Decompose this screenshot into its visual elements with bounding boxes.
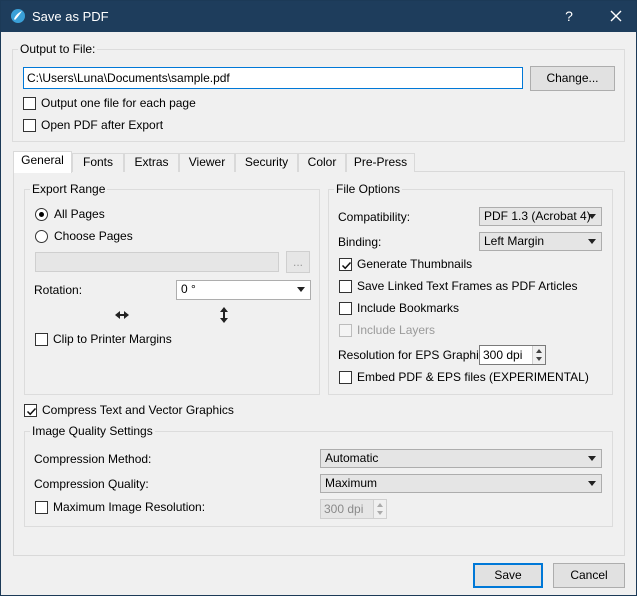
pages-browse-button[interactable]: ...: [286, 251, 310, 273]
export-range-legend: Export Range: [30, 182, 108, 196]
compression-quality-value: Maximum: [325, 476, 378, 490]
chevron-down-icon: [588, 239, 596, 244]
checkbox-box[interactable]: [339, 324, 352, 337]
checkbox-label: Include Bookmarks: [357, 301, 460, 315]
max-resolution-spinbox[interactable]: 300 dpi: [320, 499, 387, 519]
tab-viewer[interactable]: Viewer: [179, 153, 235, 172]
checkbox-label: Include Layers: [357, 323, 436, 337]
checkbox-box[interactable]: [35, 333, 48, 346]
checkmark-icon: [26, 407, 37, 416]
compression-quality-select[interactable]: Maximum: [320, 474, 602, 493]
tab-extras[interactable]: Extras: [124, 153, 179, 172]
change-button[interactable]: Change...: [530, 66, 615, 91]
flip-horizontal-button[interactable]: [112, 305, 132, 325]
checkbox-label: Clip to Printer Margins: [53, 332, 172, 346]
tab-color[interactable]: Color: [298, 153, 346, 172]
binding-label: Binding:: [338, 235, 382, 249]
radio-dot[interactable]: [35, 208, 48, 221]
checkbox-label: Output one file for each page: [41, 96, 196, 110]
save-as-pdf-dialog: Save as PDF ? Output to File: C:\Users\L…: [0, 0, 637, 596]
compression-quality-label: Compression Quality:: [34, 477, 149, 491]
flip-vertical-button[interactable]: [214, 305, 234, 325]
chevron-down-icon: [588, 481, 596, 486]
cancel-button[interactable]: Cancel: [553, 563, 625, 588]
checkbox-box[interactable]: [35, 501, 48, 514]
checkbox-label: Open PDF after Export: [41, 118, 164, 132]
max-resolution-value: 300 dpi: [324, 502, 364, 516]
tab-security[interactable]: Security: [235, 153, 298, 172]
checkbox-box[interactable]: [23, 119, 36, 132]
eps-resolution-label: Resolution for EPS Graphics:: [338, 348, 495, 362]
spin-arrows[interactable]: [532, 346, 545, 364]
checkbox-box[interactable]: [339, 280, 352, 293]
checkbox-label: Compress Text and Vector Graphics: [42, 403, 234, 417]
rotation-value: 0 °: [181, 282, 196, 296]
flip-horizontal-icon: [115, 311, 129, 319]
rotation-label: Rotation:: [34, 283, 83, 297]
checkbox-box[interactable]: [339, 371, 352, 384]
radio-label: Choose Pages: [54, 229, 133, 243]
checkbox-box[interactable]: [24, 404, 37, 417]
chevron-down-icon: [588, 456, 596, 461]
close-button[interactable]: [597, 1, 636, 32]
window-title: Save as PDF: [32, 9, 109, 24]
radio-label: All Pages: [54, 207, 105, 221]
tab-general[interactable]: General: [13, 151, 72, 173]
checkbox-label: Generate Thumbnails: [357, 257, 473, 271]
checkmark-icon: [341, 261, 352, 270]
close-icon: [610, 10, 622, 22]
eps-resolution-spinbox[interactable]: 300 dpi: [479, 345, 546, 365]
checkbox-box[interactable]: [339, 258, 352, 271]
file-options-legend: File Options: [334, 182, 403, 196]
checkbox-box[interactable]: [339, 302, 352, 315]
save-button[interactable]: Save: [473, 563, 543, 588]
compression-method-value: Automatic: [325, 451, 379, 465]
scribus-icon: [10, 8, 26, 24]
spin-arrows[interactable]: [373, 500, 386, 518]
rotation-select[interactable]: 0 °: [176, 280, 311, 300]
checkbox-label: Save Linked Text Frames as PDF Articles: [357, 279, 578, 293]
pages-input[interactable]: [35, 252, 279, 272]
image-quality-legend: Image Quality Settings: [30, 424, 155, 438]
output-path-input[interactable]: C:\Users\Luna\Documents\sample.pdf: [23, 67, 523, 89]
chevron-down-icon: [297, 287, 305, 292]
chevron-down-icon: [588, 214, 596, 219]
checkbox-box[interactable]: [23, 97, 36, 110]
compatibility-value: PDF 1.3 (Acrobat 4): [484, 209, 591, 223]
flip-vertical-icon: [220, 307, 228, 323]
title-bar: Save as PDF ?: [1, 1, 636, 32]
compression-method-select[interactable]: Automatic: [320, 449, 602, 468]
binding-value: Left Margin: [484, 234, 545, 248]
tab-pre-press[interactable]: Pre-Press: [346, 153, 415, 172]
compression-method-label: Compression Method:: [34, 452, 152, 466]
checkbox-label: Embed PDF & EPS files (EXPERIMENTAL): [357, 370, 589, 384]
compatibility-select[interactable]: PDF 1.3 (Acrobat 4): [479, 207, 602, 226]
radio-dot[interactable]: [35, 230, 48, 243]
compatibility-label: Compatibility:: [338, 210, 411, 224]
eps-resolution-value: 300 dpi: [483, 348, 523, 362]
tab-fonts[interactable]: Fonts: [72, 153, 124, 172]
output-group-legend: Output to File:: [18, 42, 98, 56]
help-button[interactable]: ?: [541, 1, 597, 32]
checkbox-label: Maximum Image Resolution:: [53, 500, 206, 514]
binding-select[interactable]: Left Margin: [479, 232, 602, 251]
